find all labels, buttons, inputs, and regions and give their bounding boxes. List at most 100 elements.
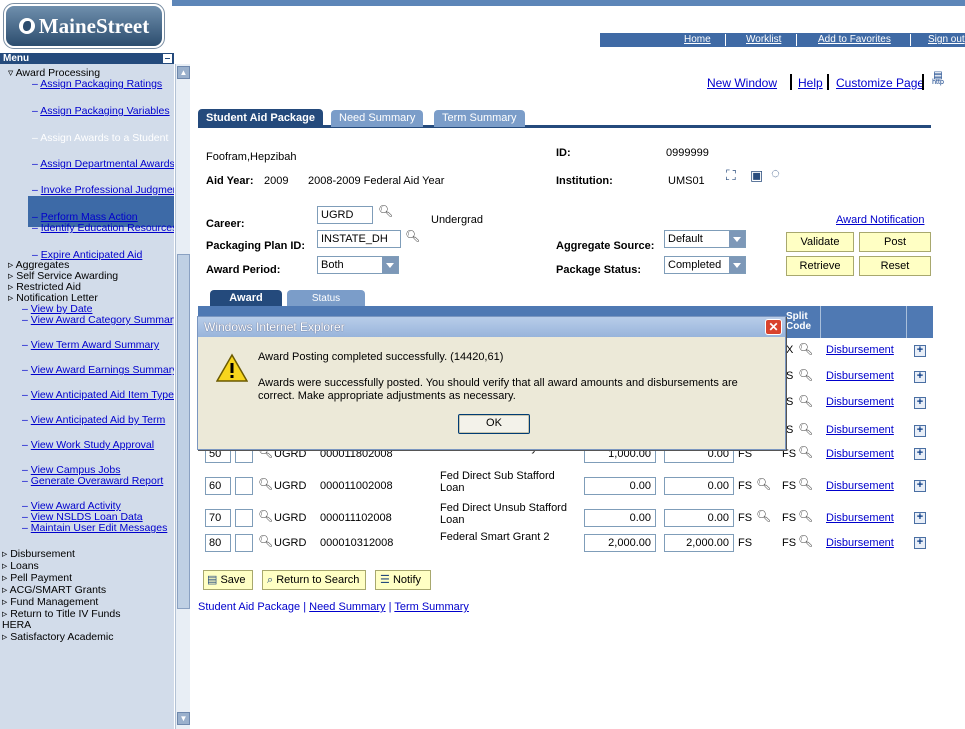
disbursement-link[interactable]: Disbursement [826, 480, 894, 492]
ok-button[interactable]: OK [458, 414, 530, 434]
split-code-lookup-icon[interactable]: 🔍︎ [798, 509, 813, 523]
disb-plan-lookup-icon[interactable]: 🔍︎ [756, 477, 771, 491]
menu-item[interactable]: – View Award Earnings Summary [22, 365, 174, 376]
menu-item[interactable]: ▹ Loans [2, 561, 174, 572]
menu-item[interactable]: ▹ Satisfactory Academic [2, 632, 174, 643]
chevron-down-icon[interactable] [729, 257, 745, 273]
customize-page-link[interactable]: Customize Page [836, 76, 924, 90]
disbursement-link[interactable]: Disbursement [826, 537, 894, 549]
row-select-box[interactable] [235, 509, 253, 527]
nav-worklist-link[interactable]: Worklist [746, 34, 781, 45]
row-select-box[interactable] [235, 477, 253, 495]
menu-item[interactable]: HERA [2, 620, 174, 631]
row-select-box[interactable] [235, 534, 253, 552]
retrieve-button[interactable]: Retrieve [786, 256, 854, 276]
collapse-icon[interactable] [163, 54, 172, 63]
menu-item[interactable]: – View Anticipated Aid Item Type [22, 390, 174, 401]
menu-item[interactable]: – View Work Study Approval [22, 440, 174, 451]
http-icon[interactable]: ▤ http [930, 71, 946, 90]
award-notification-link[interactable]: Award Notification [836, 214, 924, 226]
bottom-link-need-summary[interactable]: Need Summary [309, 601, 385, 613]
validate-button[interactable]: Validate [786, 232, 854, 252]
menu-item[interactable]: ▹ Pell Payment [2, 573, 174, 584]
menu-item[interactable]: – Assign Awards to a Student [32, 133, 174, 144]
tab-award[interactable]: Award [210, 290, 282, 307]
menu-item[interactable]: – View Term Award Summary [22, 340, 174, 351]
row-lookup-icon[interactable]: 🔍︎ [258, 534, 273, 548]
bottom-link-term-summary[interactable]: Term Summary [394, 601, 469, 613]
split-code-lookup-icon[interactable]: 🔍︎ [798, 342, 813, 356]
dialog-close-icon[interactable]: ✕ [765, 319, 782, 335]
nav-home-link[interactable]: Home [684, 34, 711, 45]
career-input[interactable]: UGRD [317, 206, 373, 224]
split-code-lookup-icon[interactable]: 🔍︎ [798, 445, 813, 459]
career-lookup-icon[interactable]: 🔍︎ [378, 204, 393, 218]
scroll-up-arrow-icon[interactable]: ▲ [177, 66, 190, 79]
menu-item[interactable]: – Invoke Professional Judgment [32, 185, 174, 196]
packaging-plan-lookup-icon[interactable]: 🔍︎ [405, 229, 420, 243]
org-chart-icon[interactable]: ⛶ [726, 167, 736, 184]
offered-amount-input[interactable]: 0.00 [584, 477, 656, 495]
notes-icon[interactable]: ▣ [750, 167, 763, 184]
disbursement-link[interactable]: Disbursement [826, 396, 894, 408]
split-code-lookup-icon[interactable]: 🔍︎ [798, 394, 813, 408]
menu-item[interactable]: – Maintain User Edit Messages [22, 523, 174, 534]
add-row-icon[interactable]: + [914, 480, 926, 492]
disbursement-link[interactable]: Disbursement [826, 344, 894, 356]
split-code-lookup-icon[interactable]: 🔍︎ [798, 534, 813, 548]
menu-item[interactable]: – View Award Category Summary [22, 315, 174, 326]
split-code-lookup-icon[interactable]: 🔍︎ [798, 368, 813, 382]
reset-button[interactable]: Reset [859, 256, 931, 276]
add-row-icon[interactable]: + [914, 512, 926, 524]
add-row-icon[interactable]: + [914, 371, 926, 383]
award-period-select[interactable]: Both [317, 256, 399, 274]
chevron-down-icon[interactable] [382, 257, 398, 273]
accepted-amount-input[interactable]: 0.00 [664, 509, 734, 527]
menu-item[interactable]: ▹ Fund Management [2, 597, 174, 608]
menu-item[interactable]: – View Anticipated Aid by Term [22, 415, 174, 426]
row-lookup-icon[interactable]: 🔍︎ [258, 477, 273, 491]
tab-term-summary[interactable]: Term Summary [434, 110, 525, 127]
mainestreet-logo[interactable]: MaineStreet [3, 3, 165, 49]
add-row-icon[interactable]: + [914, 345, 926, 357]
aggregate-source-select[interactable]: Default [664, 230, 746, 248]
offered-amount-input[interactable]: 2,000.00 [584, 534, 656, 552]
help-link[interactable]: Help [798, 76, 823, 90]
tab-need-summary[interactable]: Need Summary [331, 110, 424, 127]
return-to-search-button[interactable]: ⌕ Return to Search [262, 570, 366, 590]
bottom-link-student-aid-package[interactable]: Student Aid Package [198, 601, 300, 613]
disb-plan-lookup-icon[interactable]: 🔍︎ [756, 509, 771, 523]
disbursement-link[interactable]: Disbursement [826, 370, 894, 382]
menu-item[interactable]: – Generate Overaward Report [22, 476, 174, 487]
nav-add-favorites-link[interactable]: Add to Favorites [818, 34, 891, 45]
menu-item[interactable]: – Identify Education Resources [32, 223, 174, 234]
split-code-lookup-icon[interactable]: 🔍︎ [798, 422, 813, 436]
save-button[interactable]: ▤ Save [203, 570, 253, 590]
tab-status[interactable]: Status [287, 290, 365, 307]
notify-button[interactable]: ☰ Notify [375, 570, 431, 590]
package-status-select[interactable]: Completed [664, 256, 746, 274]
sequence-input[interactable]: 80 [205, 534, 231, 552]
tab-student-aid-package[interactable]: Student Aid Package [198, 109, 324, 128]
offered-amount-input[interactable]: 0.00 [584, 509, 656, 527]
add-row-icon[interactable]: + [914, 537, 926, 549]
disbursement-link[interactable]: Disbursement [826, 424, 894, 436]
split-code-lookup-icon[interactable]: 🔍︎ [798, 477, 813, 491]
menu-scrollbar[interactable]: ▲ ▼ [175, 64, 190, 729]
add-row-icon[interactable]: + [914, 448, 926, 460]
scroll-down-arrow-icon[interactable]: ▼ [177, 712, 190, 725]
comments-icon[interactable]: ◌ [771, 165, 780, 182]
new-window-link[interactable]: New Window [707, 76, 777, 90]
disbursement-link[interactable]: Disbursement [826, 448, 894, 460]
menu-item[interactable]: ▹ Disbursement [2, 549, 174, 560]
nav-sign-out-link[interactable]: Sign out [928, 34, 965, 45]
packaging-plan-input[interactable]: INSTATE_DH [317, 230, 401, 248]
post-button[interactable]: Post [859, 232, 931, 252]
disbursement-link[interactable]: Disbursement [826, 512, 894, 524]
add-row-icon[interactable]: + [914, 425, 926, 437]
menu-item[interactable]: ▹ ACG/SMART Grants [2, 585, 174, 596]
sequence-input[interactable]: 70 [205, 509, 231, 527]
add-row-icon[interactable]: + [914, 397, 926, 409]
accepted-amount-input[interactable]: 0.00 [664, 477, 734, 495]
menu-item[interactable]: – Assign Packaging Ratings [32, 79, 174, 90]
